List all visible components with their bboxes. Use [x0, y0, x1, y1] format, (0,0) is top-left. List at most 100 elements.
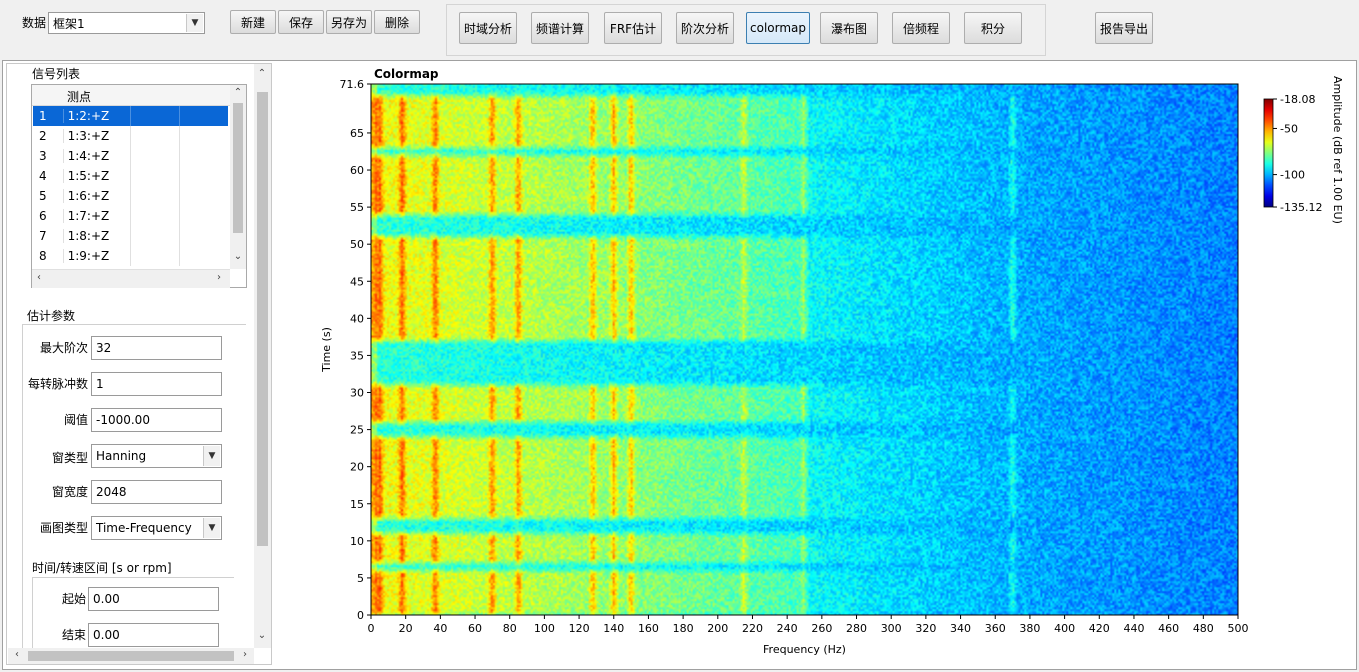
- tab-order-analysis[interactable]: 阶次分析: [676, 12, 734, 44]
- list-item[interactable]: 2 1:3:+Z: [33, 126, 228, 146]
- chevron-up-icon[interactable]: ⌃: [231, 87, 245, 98]
- x-tick-label: 100: [534, 622, 555, 635]
- y-tick-label: 10: [350, 535, 364, 548]
- tab-time-domain[interactable]: 时域分析: [459, 12, 517, 44]
- chevron-down-icon[interactable]: ⌄: [231, 251, 245, 262]
- chevron-right-icon[interactable]: ›: [238, 649, 252, 660]
- chart-area: Colormap 0 20 40 60 80 100 120 140 160 180 200 220 24…: [276, 63, 1354, 667]
- x-tick-label: 60: [468, 622, 482, 635]
- threshold-input[interactable]: -1000.00: [91, 408, 222, 432]
- y-tick-label: 5: [357, 572, 364, 585]
- left-panel-hscroll-thumb[interactable]: [28, 651, 234, 661]
- delete-button[interactable]: 删除: [374, 10, 420, 34]
- pulses-per-rev-input[interactable]: 1: [91, 372, 222, 396]
- save-button[interactable]: 保存: [278, 10, 324, 34]
- threshold-label: 阈值: [63, 413, 88, 427]
- x-tick-label: 260: [811, 622, 832, 635]
- x-tick-label: 160: [638, 622, 659, 635]
- chevron-up-icon[interactable]: ⌃: [255, 68, 269, 79]
- x-tick-label: 220: [742, 622, 763, 635]
- y-axis-label: Time (s): [320, 327, 333, 373]
- x-tick-label: 120: [569, 622, 590, 635]
- signal-list-table: 测点 1 1:2:+Z 2 1:3:+Z 3 1:4:+Z 4 1:5:+Z 5 1:6:…: [31, 84, 247, 288]
- x-tick-label: 140: [603, 622, 624, 635]
- chevron-down-icon[interactable]: ▼: [186, 14, 203, 32]
- chevron-left-icon[interactable]: ‹: [32, 272, 46, 283]
- y-tick-label: 45: [350, 275, 364, 288]
- max-order-input[interactable]: 32: [91, 336, 222, 360]
- window-width-input[interactable]: 2048: [91, 480, 222, 504]
- data-select[interactable]: 框架1 ▼: [48, 12, 205, 34]
- x-tick-label: 320: [915, 622, 936, 635]
- y-tick-label: 25: [350, 424, 364, 437]
- list-item[interactable]: 4 1:5:+Z: [33, 166, 228, 186]
- x-axis-label: Frequency (Hz): [763, 643, 846, 656]
- chevron-down-icon[interactable]: ⌄: [255, 630, 269, 641]
- report-export-button[interactable]: 报告导出: [1095, 12, 1153, 44]
- list-item[interactable]: 5 1:6:+Z: [33, 186, 228, 206]
- window-type-select[interactable]: Hanning ▼: [91, 444, 222, 468]
- x-tick-label: 300: [881, 622, 902, 635]
- y-tick-label: 55: [350, 201, 364, 214]
- x-tick-label: 80: [503, 622, 517, 635]
- window-type-value: Hanning: [96, 449, 147, 463]
- x-tick-label: 480: [1193, 622, 1214, 635]
- y-tick-label: 30: [350, 387, 364, 400]
- colorbar: [1263, 98, 1274, 208]
- plot-type-select[interactable]: Time-Frequency ▼: [91, 516, 222, 540]
- chevron-down-icon[interactable]: ▼: [203, 518, 220, 538]
- list-item[interactable]: 3 1:4:+Z: [33, 146, 228, 166]
- list-item[interactable]: 1 1:2:+Z: [33, 106, 228, 126]
- signal-list-title: 信号列表: [32, 67, 81, 81]
- left-panel-vscroll[interactable]: ⌃ ⌄: [254, 64, 271, 648]
- range-start-input[interactable]: 0.00: [88, 587, 219, 611]
- x-tick-label: 0: [368, 622, 375, 635]
- window-width-label: 窗宽度: [51, 485, 88, 499]
- colormap-chart[interactable]: Colormap0 20 40 60 80 100 120 140 160 180 200 220 24…: [276, 63, 1354, 667]
- colorbar-tick-label: -18.08: [1280, 93, 1315, 106]
- x-tick-label: 460: [1158, 622, 1179, 635]
- y-tick-label: 40: [350, 312, 364, 325]
- y-tick-label: 60: [350, 164, 364, 177]
- list-item[interactable]: 8 1:9:+Z: [33, 246, 228, 266]
- y-tick-label: 65: [350, 127, 364, 140]
- signal-list-header: 测点: [32, 85, 230, 106]
- tab-frf[interactable]: FRF估计: [604, 12, 662, 44]
- list-item[interactable]: 7 1:8:+Z: [33, 226, 228, 246]
- chevron-down-icon[interactable]: ▼: [203, 446, 220, 466]
- tab-octave[interactable]: 倍频程: [892, 12, 950, 44]
- y-tick-label: 71.6: [340, 78, 365, 91]
- new-button[interactable]: 新建: [230, 10, 276, 34]
- list-item[interactable]: 6 1:7:+Z: [33, 206, 228, 226]
- signal-list-hscroll[interactable]: ‹ ›: [32, 269, 230, 288]
- signal-list-vscroll[interactable]: ⌃ ⌄: [230, 85, 246, 269]
- tab-waterfall[interactable]: 瀑布图: [820, 12, 878, 44]
- x-tick-label: 420: [1089, 622, 1110, 635]
- plot-type-value: Time-Frequency: [96, 521, 192, 535]
- tab-spectrum[interactable]: 频谱计算: [531, 12, 589, 44]
- colorbar-label: Amplitude (dB ref 1.00 EU): [1331, 76, 1344, 224]
- x-tick-label: 40: [433, 622, 447, 635]
- colorbar-tick-label: -100: [1280, 169, 1305, 182]
- save-as-button[interactable]: 另存为: [326, 10, 372, 34]
- data-label: 数据: [22, 16, 47, 30]
- tab-integration[interactable]: 积分: [964, 12, 1022, 44]
- range-end-input[interactable]: 0.00: [88, 623, 219, 647]
- x-tick-label: 240: [777, 622, 798, 635]
- y-tick-label: 50: [350, 238, 364, 251]
- signal-list-vscroll-thumb[interactable]: [233, 103, 243, 233]
- left-panel-vscroll-thumb[interactable]: [257, 92, 268, 546]
- x-tick-label: 500: [1228, 622, 1249, 635]
- left-panel-hscroll[interactable]: ‹ ›: [8, 648, 254, 664]
- y-tick-label: 15: [350, 498, 364, 511]
- x-tick-label: 400: [1054, 622, 1075, 635]
- plot-type-label: 画图类型: [39, 521, 88, 535]
- chevron-left-icon[interactable]: ‹: [10, 649, 24, 660]
- tab-colormap[interactable]: colormap: [746, 12, 810, 44]
- column-header-point: 测点: [67, 90, 92, 104]
- y-tick-label: 35: [350, 349, 364, 362]
- end-label: 结束: [61, 628, 86, 642]
- x-tick-label: 340: [950, 622, 971, 635]
- x-tick-label: 200: [707, 622, 728, 635]
- chevron-right-icon[interactable]: ›: [212, 272, 226, 283]
